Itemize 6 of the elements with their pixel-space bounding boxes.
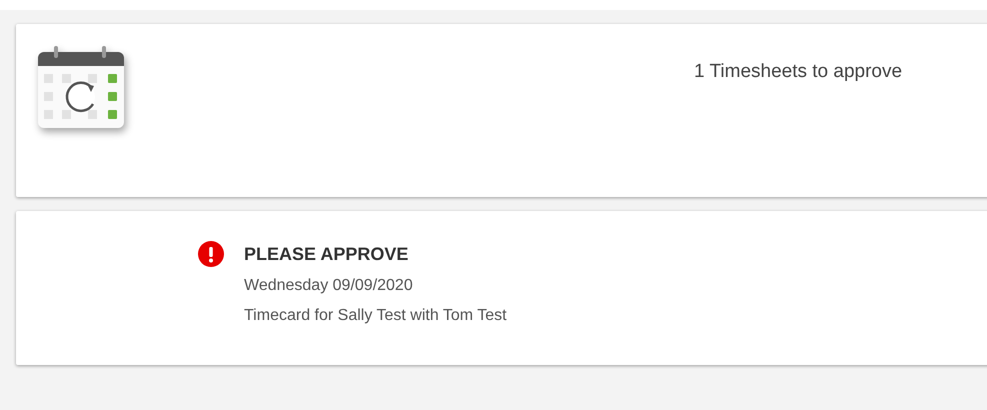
alert-icon bbox=[198, 241, 224, 267]
approval-description: Timecard for Sally Test with Tom Test bbox=[244, 306, 507, 326]
approval-title: PLEASE APPROVE bbox=[244, 243, 408, 266]
approval-date: Wednesday 09/09/2020 bbox=[244, 276, 413, 296]
approval-card[interactable]: PLEASE APPROVE Wednesday 09/09/2020 Timecard for Sally Test with Tom Test bbox=[16, 211, 987, 365]
approval-count: 1 Timesheets to approve bbox=[694, 60, 902, 82]
